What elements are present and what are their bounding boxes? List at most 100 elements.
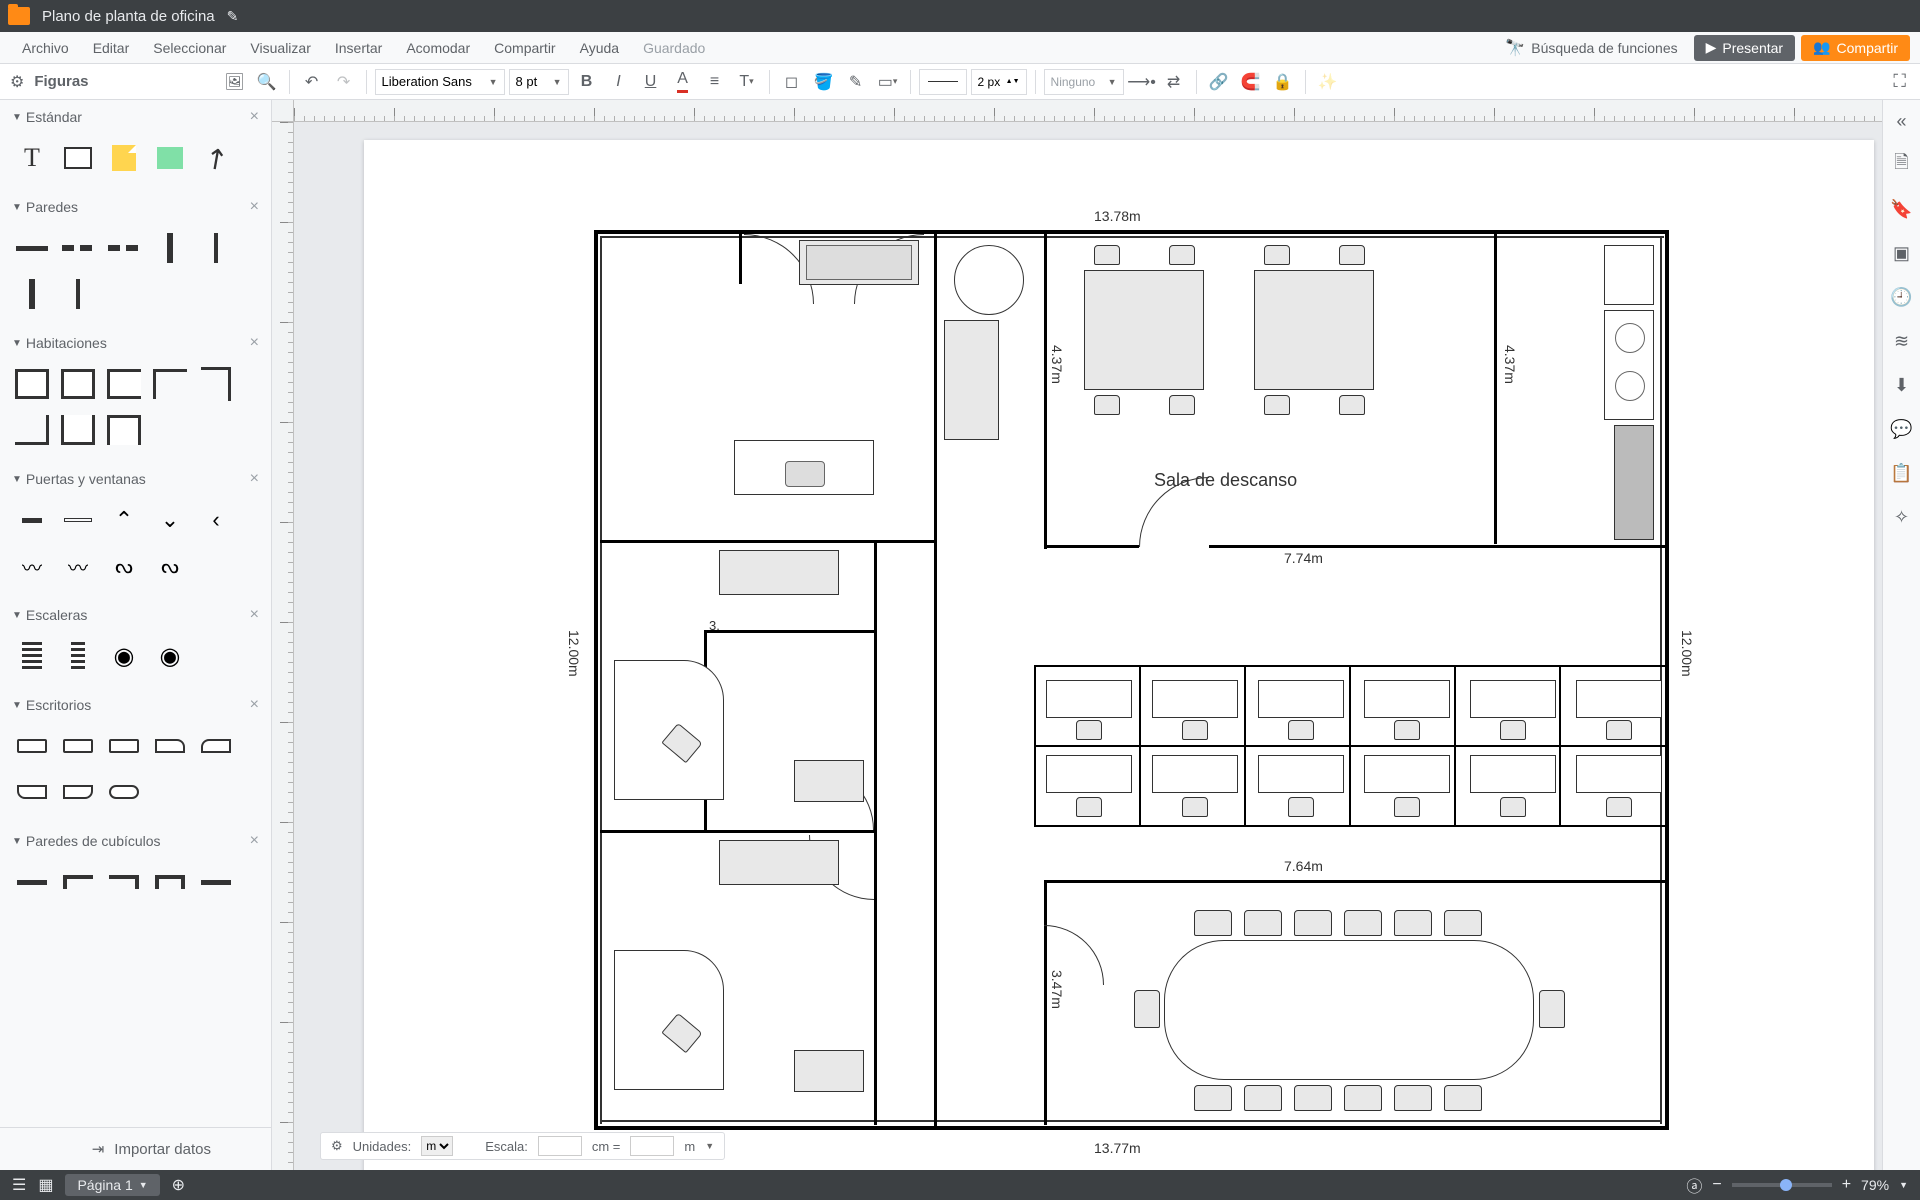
menu-seleccionar[interactable]: Seleccionar (141, 32, 238, 64)
cubicle-desk[interactable] (1152, 755, 1238, 793)
gear-icon[interactable]: ⚙ (10, 72, 24, 92)
shape-cubicle2[interactable] (60, 864, 96, 900)
share-button[interactable]: 👥Compartir (1801, 35, 1910, 61)
chair[interactable] (1244, 1085, 1282, 1111)
shape-desk[interactable] (14, 728, 50, 764)
line-width-select[interactable]: 2 px▲▼ (971, 69, 1027, 95)
chair[interactable] (1394, 797, 1420, 817)
chair[interactable] (1094, 395, 1120, 415)
chair[interactable] (1076, 720, 1102, 740)
chair[interactable] (1444, 1085, 1482, 1111)
shape-desk3[interactable] (106, 728, 142, 764)
chair[interactable] (1500, 797, 1526, 817)
close-icon[interactable]: × (250, 696, 259, 714)
cubicle-desk[interactable] (1470, 680, 1556, 718)
category-puertas[interactable]: ▼Puertas y ventanas× (0, 462, 271, 496)
shape-window[interactable] (60, 502, 96, 538)
sofa-vertical[interactable] (944, 320, 999, 440)
text-color-icon[interactable]: A (669, 68, 697, 96)
import-data-button[interactable]: ⇥Importar datos (0, 1127, 271, 1170)
shape-cubicle5[interactable] (198, 864, 234, 900)
cubicle-desk[interactable] (1046, 755, 1132, 793)
shape-room-L3[interactable] (14, 412, 50, 448)
chair[interactable] (1394, 1085, 1432, 1111)
cubicle-desk[interactable] (1364, 680, 1450, 718)
round-table[interactable] (954, 245, 1024, 315)
chair[interactable] (1288, 797, 1314, 817)
shape-desk-L3[interactable] (14, 774, 50, 810)
shape-desk2[interactable] (60, 728, 96, 764)
clock-icon[interactable]: 🕘 (1889, 284, 1915, 310)
shape-stairs-spiral2[interactable]: ◉ (152, 638, 188, 674)
room-label[interactable]: Sala de descanso (1154, 470, 1297, 491)
chair[interactable] (1194, 1085, 1232, 1111)
shape-wall-v2[interactable] (198, 230, 234, 266)
shape-arrow[interactable]: ↗ (198, 140, 234, 176)
shape-room-U[interactable] (60, 412, 96, 448)
shape-wall-v3[interactable] (14, 276, 50, 312)
shape-arc7[interactable]: ᔓ (152, 548, 188, 584)
shape-note[interactable] (106, 140, 142, 176)
shape-room-closed[interactable] (14, 366, 50, 402)
cubicle-desk[interactable] (1152, 680, 1238, 718)
shape-wall-dash2[interactable] (106, 230, 142, 266)
shape-room-L[interactable] (152, 366, 188, 402)
chair[interactable] (1294, 910, 1332, 936)
clipboard-icon[interactable]: 📋 (1889, 460, 1915, 486)
chair[interactable] (1339, 245, 1365, 265)
chairs-pair[interactable] (794, 760, 864, 802)
chair[interactable] (1169, 245, 1195, 265)
shape-room-L2[interactable] (198, 366, 234, 402)
underline-icon[interactable]: U (637, 68, 665, 96)
menu-editar[interactable]: Editar (81, 32, 142, 64)
chair[interactable] (1134, 990, 1160, 1028)
shape-desk-L5[interactable] (106, 774, 142, 810)
layers-icon[interactable]: ≋ (1889, 328, 1915, 354)
redo-icon[interactable]: ↷ (330, 68, 358, 96)
shape-cubicle[interactable] (14, 864, 50, 900)
chair[interactable] (1182, 797, 1208, 817)
search-icon[interactable]: 🔍 (253, 68, 281, 96)
undo-icon[interactable]: ↶ (298, 68, 326, 96)
cubicle-desk[interactable] (1046, 680, 1132, 718)
menu-archivo[interactable]: Archivo (10, 32, 81, 64)
shape-desk-L2[interactable] (198, 728, 234, 764)
cubicle-desk[interactable] (1576, 755, 1662, 793)
shape-arc5[interactable]: 〰 (60, 548, 96, 584)
shape-arc4[interactable]: 〰 (14, 548, 50, 584)
shape-arc3[interactable]: ‹ (198, 502, 234, 538)
reception-desk[interactable] (734, 440, 874, 495)
category-habitaciones[interactable]: ▼Habitaciones× (0, 326, 271, 360)
break-table-2[interactable] (1254, 270, 1374, 390)
download-icon[interactable]: ⬇ (1889, 372, 1915, 398)
menu-visualizar[interactable]: Visualizar (238, 32, 322, 64)
close-icon[interactable]: × (250, 198, 259, 216)
chair[interactable] (1094, 245, 1120, 265)
shape-stairs2[interactable] (60, 638, 96, 674)
shape-options-icon[interactable]: ▭▾ (874, 68, 902, 96)
zoom-slider[interactable] (1732, 1183, 1832, 1187)
shape-rectangle[interactable] (60, 140, 96, 176)
fill-color-icon[interactable]: ◻ (778, 68, 806, 96)
close-icon[interactable]: × (250, 606, 259, 624)
shape-arc2[interactable]: ⌄ (152, 502, 188, 538)
shape-stairs[interactable] (14, 638, 50, 674)
shape-desk-L[interactable] (152, 728, 188, 764)
bold-icon[interactable]: B (573, 68, 601, 96)
close-icon[interactable]: × (250, 108, 259, 126)
category-cubiculos[interactable]: ▼Paredes de cubículos× (0, 824, 271, 858)
cubicle-desk[interactable] (1576, 680, 1662, 718)
align-icon[interactable]: ≡ (701, 68, 729, 96)
chair[interactable] (1394, 720, 1420, 740)
ruler-vertical[interactable] (272, 122, 294, 1170)
menu-ayuda[interactable]: Ayuda (568, 32, 631, 64)
cubicle-desk[interactable] (1470, 755, 1556, 793)
arrow-style-select[interactable]: Ninguno▼ (1044, 69, 1124, 95)
shape-text[interactable]: T (14, 140, 50, 176)
bookmark-icon[interactable]: 🔖 (1889, 196, 1915, 222)
unit-select[interactable]: m (421, 1136, 453, 1156)
feature-search[interactable]: 🔭 Búsqueda de funciones (1489, 38, 1693, 58)
fridge[interactable] (1604, 245, 1654, 305)
scale-cm-input[interactable] (538, 1136, 582, 1156)
shape-cubicle4[interactable] (152, 864, 188, 900)
